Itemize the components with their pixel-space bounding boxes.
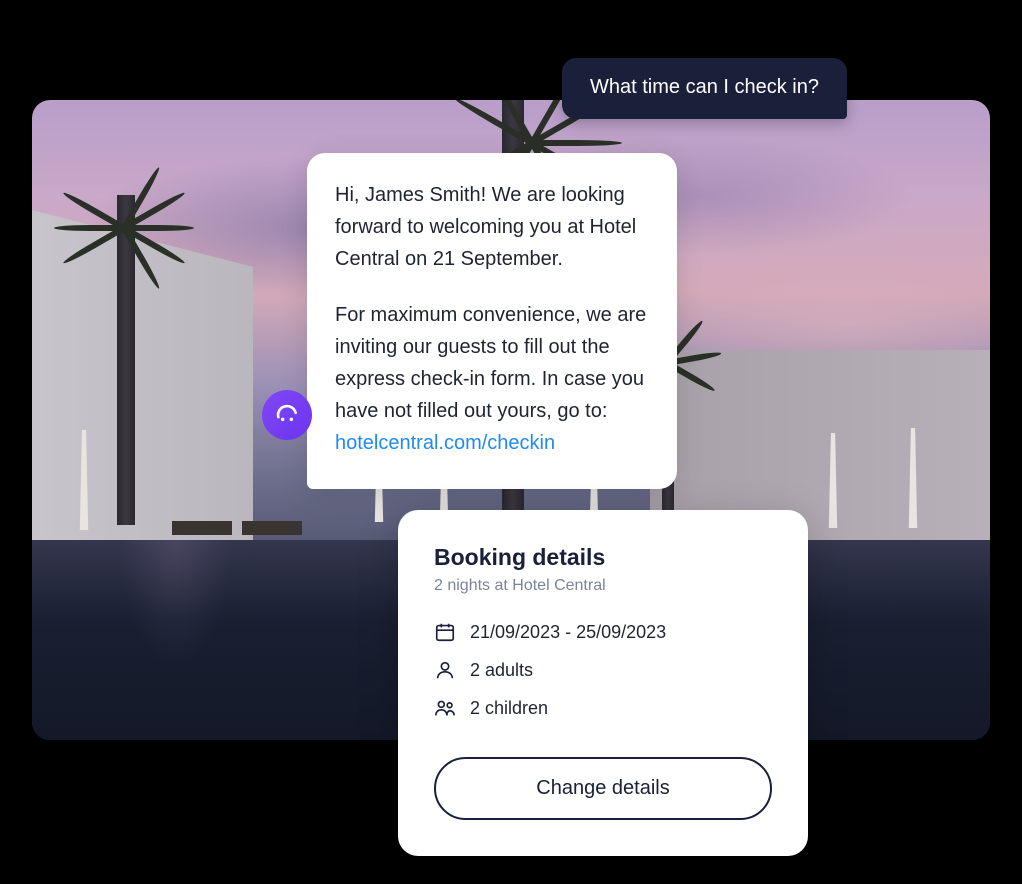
user-chat-bubble: What time can I check in? xyxy=(562,58,847,119)
bot-message-paragraph: For maximum convenience, we are inviting… xyxy=(335,299,649,459)
booking-children-text: 2 children xyxy=(470,698,548,719)
booking-adults-text: 2 adults xyxy=(470,660,533,681)
bot-avatar-badge xyxy=(262,390,312,440)
person-icon xyxy=(434,659,456,681)
palm-fronds xyxy=(54,170,194,280)
booking-subtitle: 2 nights at Hotel Central xyxy=(434,577,772,595)
booking-title: Booking details xyxy=(434,544,772,571)
bot-chat-bubble: Hi, James Smith! We are looking forward … xyxy=(307,153,677,489)
booking-dates-text: 21/09/2023 - 25/09/2023 xyxy=(470,622,666,643)
calendar-icon xyxy=(434,621,456,643)
checkin-link[interactable]: hotelcentral.com/checkin xyxy=(335,432,555,454)
user-message-text: What time can I check in? xyxy=(590,76,819,98)
booking-dates-row: 21/09/2023 - 25/09/2023 xyxy=(434,621,772,643)
booking-adults-row: 2 adults xyxy=(434,659,772,681)
bot-message-text: For maximum convenience, we are inviting… xyxy=(335,304,646,422)
people-icon xyxy=(434,697,456,719)
change-details-button[interactable]: Change details xyxy=(434,757,772,820)
lounger xyxy=(172,521,232,535)
bot-logo-icon xyxy=(274,402,300,428)
booking-details-card: Booking details 2 nights at Hotel Centra… xyxy=(398,510,808,856)
bot-message-paragraph: Hi, James Smith! We are looking forward … xyxy=(335,179,649,275)
lounger xyxy=(242,521,302,535)
booking-children-row: 2 children xyxy=(434,697,772,719)
